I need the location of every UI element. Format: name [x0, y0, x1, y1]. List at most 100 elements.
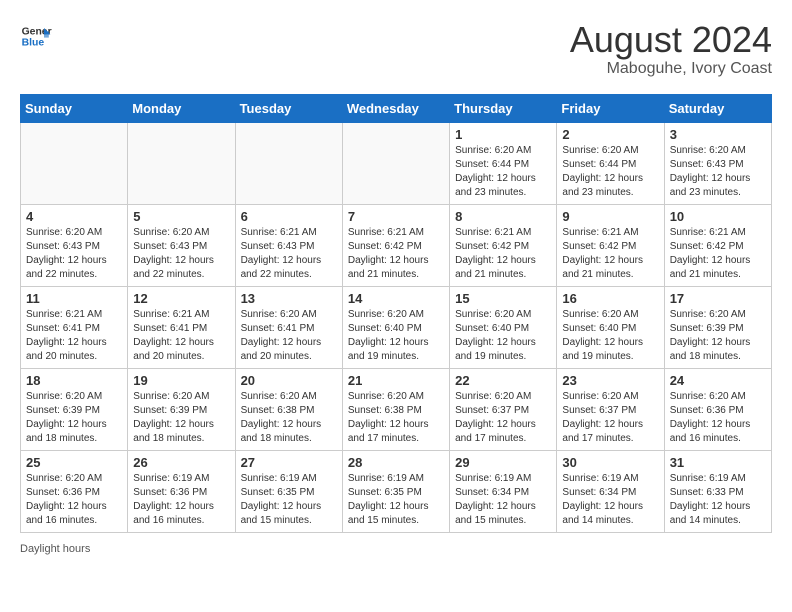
day-info: Sunrise: 6:21 AM Sunset: 6:42 PM Dayligh…	[348, 226, 444, 282]
day-number: 27	[241, 455, 337, 470]
day-info: Sunrise: 6:21 AM Sunset: 6:42 PM Dayligh…	[562, 226, 658, 282]
day-info: Sunrise: 6:20 AM Sunset: 6:44 PM Dayligh…	[562, 144, 658, 200]
day-number: 2	[562, 127, 658, 142]
day-of-week-header: Saturday	[664, 94, 771, 122]
day-number: 1	[455, 127, 551, 142]
day-number: 4	[26, 209, 122, 224]
calendar-cell: 16 Sunrise: 6:20 AM Sunset: 6:40 PM Dayli…	[557, 286, 664, 368]
calendar-week-row: 1 Sunrise: 6:20 AM Sunset: 6:44 PM Daylig…	[21, 122, 772, 204]
month-title: August 2024	[570, 20, 772, 60]
calendar-cell: 30 Sunrise: 6:19 AM Sunset: 6:34 PM Dayli…	[557, 450, 664, 532]
day-number: 14	[348, 291, 444, 306]
calendar-cell: 26Sunrise: 6:19 AM Sunset: 6:36 PM Dayli…	[128, 450, 235, 532]
day-number: 5	[133, 209, 229, 224]
day-info: Sunrise: 6:20 AM Sunset: 6:38 PM Dayligh…	[348, 390, 444, 446]
day-number: 12	[133, 291, 229, 306]
calendar-cell: 14 Sunrise: 6:20 AM Sunset: 6:40 PM Dayli…	[342, 286, 449, 368]
day-info: Sunrise: 6:20 AM Sunset: 6:38 PM Dayligh…	[241, 390, 337, 446]
calendar-cell: 21Sunrise: 6:20 AM Sunset: 6:38 PM Dayli…	[342, 368, 449, 450]
day-number: 24	[670, 373, 766, 388]
day-info: Sunrise: 6:21 AM Sunset: 6:41 PM Dayligh…	[133, 308, 229, 364]
svg-text:Blue: Blue	[22, 38, 45, 49]
calendar-cell	[342, 122, 449, 204]
day-number: 19	[133, 373, 229, 388]
day-number: 30	[562, 455, 658, 470]
calendar-cell: 11 Sunrise: 6:21 AM Sunset: 6:41 PM Dayli…	[21, 286, 128, 368]
calendar-cell: 15Sunrise: 6:20 AM Sunset: 6:40 PM Dayli…	[450, 286, 557, 368]
calendar-cell: 23Sunrise: 6:20 AM Sunset: 6:37 PM Dayli…	[557, 368, 664, 450]
calendar-cell: 25 Sunrise: 6:20 AM Sunset: 6:36 PM Dayli…	[21, 450, 128, 532]
day-of-week-header: Tuesday	[235, 94, 342, 122]
day-number: 23	[562, 373, 658, 388]
day-info: Sunrise: 6:20 AM Sunset: 6:43 PM Dayligh…	[670, 144, 766, 200]
day-info: Sunrise: 6:20 AM Sunset: 6:40 PM Dayligh…	[455, 308, 551, 364]
day-of-week-header: Thursday	[450, 94, 557, 122]
day-info: Sunrise: 6:19 AM Sunset: 6:34 PM Dayligh…	[455, 472, 551, 528]
calendar-cell: 5 Sunrise: 6:20 AM Sunset: 6:43 PM Daylig…	[128, 204, 235, 286]
calendar-cell: 10Sunrise: 6:21 AM Sunset: 6:42 PM Dayli…	[664, 204, 771, 286]
logo-icon: General Blue	[20, 20, 52, 52]
location: Maboguhe, Ivory Coast	[570, 60, 772, 78]
logo: General Blue	[20, 20, 52, 52]
calendar-cell: 6 Sunrise: 6:21 AM Sunset: 6:43 PM Daylig…	[235, 204, 342, 286]
calendar-week-row: 4 Sunrise: 6:20 AM Sunset: 6:43 PM Daylig…	[21, 204, 772, 286]
day-info: Sunrise: 6:21 AM Sunset: 6:43 PM Dayligh…	[241, 226, 337, 282]
calendar-cell: 18Sunrise: 6:20 AM Sunset: 6:39 PM Dayli…	[21, 368, 128, 450]
calendar-cell: 3 Sunrise: 6:20 AM Sunset: 6:43 PM Daylig…	[664, 122, 771, 204]
day-info: Sunrise: 6:20 AM Sunset: 6:37 PM Dayligh…	[455, 390, 551, 446]
day-number: 13	[241, 291, 337, 306]
day-of-week-header: Wednesday	[342, 94, 449, 122]
day-info: Sunrise: 6:21 AM Sunset: 6:41 PM Dayligh…	[26, 308, 122, 364]
day-of-week-header: Sunday	[21, 94, 128, 122]
day-number: 9	[562, 209, 658, 224]
day-info: Sunrise: 6:20 AM Sunset: 6:41 PM Dayligh…	[241, 308, 337, 364]
day-info: Sunrise: 6:20 AM Sunset: 6:39 PM Dayligh…	[133, 390, 229, 446]
calendar-cell: 13 Sunrise: 6:20 AM Sunset: 6:41 PM Dayli…	[235, 286, 342, 368]
day-info: Sunrise: 6:20 AM Sunset: 6:40 PM Dayligh…	[562, 308, 658, 364]
calendar-cell: 8 Sunrise: 6:21 AM Sunset: 6:42 PM Daylig…	[450, 204, 557, 286]
day-number: 16	[562, 291, 658, 306]
day-number: 22	[455, 373, 551, 388]
day-info: Sunrise: 6:20 AM Sunset: 6:43 PM Dayligh…	[26, 226, 122, 282]
day-number: 28	[348, 455, 444, 470]
day-number: 29	[455, 455, 551, 470]
day-info: Sunrise: 6:20 AM Sunset: 6:36 PM Dayligh…	[26, 472, 122, 528]
title-block: August 2024 Maboguhe, Ivory Coast	[570, 20, 772, 78]
day-info: Sunrise: 6:19 AM Sunset: 6:33 PM Dayligh…	[670, 472, 766, 528]
calendar-cell: 4 Sunrise: 6:20 AM Sunset: 6:43 PM Daylig…	[21, 204, 128, 286]
calendar-cell: 31 Sunrise: 6:19 AM Sunset: 6:33 PM Dayli…	[664, 450, 771, 532]
day-number: 8	[455, 209, 551, 224]
calendar-cell: 2 Sunrise: 6:20 AM Sunset: 6:44 PM Daylig…	[557, 122, 664, 204]
calendar-cell	[235, 122, 342, 204]
day-number: 31	[670, 455, 766, 470]
calendar-cell: 12 Sunrise: 6:21 AM Sunset: 6:41 PM Dayli…	[128, 286, 235, 368]
day-number: 11	[26, 291, 122, 306]
day-info: Sunrise: 6:20 AM Sunset: 6:39 PM Dayligh…	[670, 308, 766, 364]
calendar-cell: 27 Sunrise: 6:19 AM Sunset: 6:35 PM Dayli…	[235, 450, 342, 532]
day-number: 7	[348, 209, 444, 224]
day-info: Sunrise: 6:21 AM Sunset: 6:42 PM Dayligh…	[455, 226, 551, 282]
calendar-cell: 28 Sunrise: 6:19 AM Sunset: 6:35 PM Dayli…	[342, 450, 449, 532]
calendar-cell: 9 Sunrise: 6:21 AM Sunset: 6:42 PM Daylig…	[557, 204, 664, 286]
day-info: Sunrise: 6:19 AM Sunset: 6:36 PM Dayligh…	[133, 472, 229, 528]
day-info: Sunrise: 6:20 AM Sunset: 6:43 PM Dayligh…	[133, 226, 229, 282]
day-info: Sunrise: 6:21 AM Sunset: 6:42 PM Dayligh…	[670, 226, 766, 282]
calendar-cell: 1Sunrise: 6:20 AM Sunset: 6:44 PM Daylig…	[450, 122, 557, 204]
calendar-cell: 24Sunrise: 6:20 AM Sunset: 6:36 PM Dayli…	[664, 368, 771, 450]
day-number: 3	[670, 127, 766, 142]
day-info: Sunrise: 6:19 AM Sunset: 6:35 PM Dayligh…	[348, 472, 444, 528]
calendar-cell: 7 Sunrise: 6:21 AM Sunset: 6:42 PM Daylig…	[342, 204, 449, 286]
calendar-cell: 17 Sunrise: 6:20 AM Sunset: 6:39 PM Dayli…	[664, 286, 771, 368]
calendar-table: SundayMondayTuesdayWednesdayThursdayFrid…	[20, 94, 772, 533]
day-number: 25	[26, 455, 122, 470]
day-info: Sunrise: 6:19 AM Sunset: 6:34 PM Dayligh…	[562, 472, 658, 528]
calendar-cell: 19 Sunrise: 6:20 AM Sunset: 6:39 PM Dayli…	[128, 368, 235, 450]
day-info: Sunrise: 6:20 AM Sunset: 6:40 PM Dayligh…	[348, 308, 444, 364]
footer: Daylight hours	[20, 543, 772, 555]
day-number: 6	[241, 209, 337, 224]
day-info: Sunrise: 6:19 AM Sunset: 6:35 PM Dayligh…	[241, 472, 337, 528]
day-number: 17	[670, 291, 766, 306]
calendar-cell	[128, 122, 235, 204]
calendar-week-row: 18Sunrise: 6:20 AM Sunset: 6:39 PM Dayli…	[21, 368, 772, 450]
day-info: Sunrise: 6:20 AM Sunset: 6:39 PM Dayligh…	[26, 390, 122, 446]
